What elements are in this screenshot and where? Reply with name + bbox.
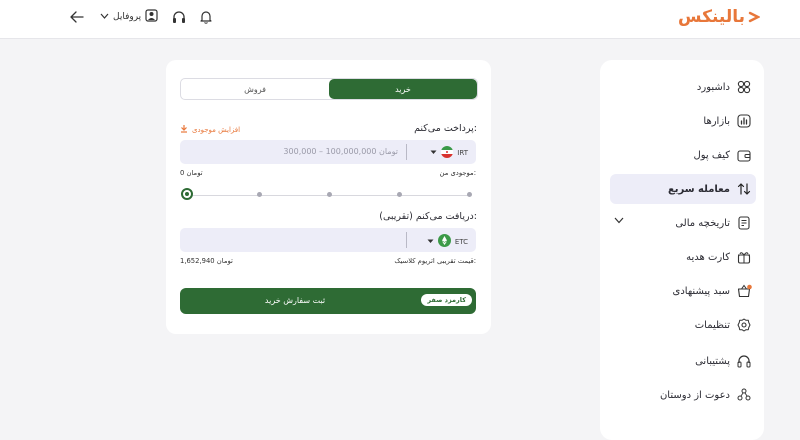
gear-icon [736,317,752,333]
sidebar-item-label: سبد پیشنهادی [672,285,731,297]
header-actions: پروفایل [70,9,212,25]
sidebar-item-quick-trade[interactable]: معامله سریع [610,174,756,204]
price-label: قیمت تقریبی اتریوم کلاسیک: [394,257,476,265]
submit-label: ثبت سفارش خرید [264,296,326,305]
increase-balance-label: افزایش موجودی [192,125,241,134]
sidebar-item-gift-card[interactable]: کارت هدیه [610,242,756,272]
chevron-down-icon [100,12,109,22]
dashboard-icon [736,79,752,95]
profile-label: پروفایل [113,12,142,22]
sidebar-item-markets[interactable]: بازارها [610,106,756,136]
zero-fee-badge: کارمزد صفر [421,294,472,306]
pay-label: پرداخت می‌کنم: [414,123,477,134]
price-value: 1,652,940 تومان [180,257,233,265]
sidebar-item-label: پشتیبانی [695,355,730,367]
sidebar-item-label: تاریخچه مالی [675,217,730,229]
receive-label: دریافت می‌کنم (تقریبی): [379,211,477,222]
sidebar: داشبورد بازارها کیف پول معامله سریع تاری… [600,60,764,440]
pay-currency-code: IRT [457,149,468,157]
pay-currency-select[interactable]: IRT [430,146,468,160]
pay-amount-placeholder: 300,000 – 100,000,000 تومان [283,147,398,156]
back-arrow-icon[interactable] [70,11,84,23]
top-bar: بالینکس پروفایل [0,0,800,39]
headset-icon [736,353,752,369]
sidebar-item-settings[interactable]: تنظیمات [610,310,756,340]
tab-buy[interactable]: خرید [329,79,477,99]
sidebar-item-label: داشبورد [696,81,730,93]
amount-slider-handle[interactable] [181,188,193,200]
wallet-icon [736,147,752,163]
slider-step[interactable] [467,192,472,197]
history-icon [736,215,752,231]
receive-amount-field[interactable]: ETC [180,228,476,252]
pay-amount-field[interactable]: IRT 300,000 – 100,000,000 تومان [180,140,476,164]
logo[interactable]: بالینکس [678,7,760,27]
headset-icon[interactable] [172,10,186,24]
sidebar-item-history[interactable]: تاریخچه مالی [610,208,756,238]
invite-icon [736,387,752,403]
sidebar-item-label: بازارها [703,115,730,127]
sidebar-item-support[interactable]: پشتیبانی [610,346,756,376]
chevron-down-icon[interactable] [614,216,624,227]
logo-text: بالینکس [678,7,745,27]
slider-step[interactable] [327,192,332,197]
tab-sell[interactable]: فروش [181,79,329,99]
bell-icon[interactable] [200,10,212,24]
sidebar-item-label: کارت هدیه [686,251,730,263]
deposit-icon [180,124,188,135]
user-icon [145,9,158,25]
sidebar-item-invite[interactable]: دعوت از دوستان [610,380,756,410]
quick-trade-card: فروش خرید پرداخت می‌کنم: افزایش موجودی I… [166,60,491,334]
balance-label: موجودی من: [439,169,476,177]
increase-balance-link[interactable]: افزایش موجودی [180,124,240,135]
profile-menu[interactable]: پروفایل [98,9,158,25]
sidebar-item-basket[interactable]: سبد پیشنهادی [610,276,756,306]
sidebar-item-dashboard[interactable]: داشبورد [610,72,756,102]
markets-icon [736,113,752,129]
field-divider [406,232,407,248]
trade-tabs: فروش خرید [180,78,478,100]
basket-icon [736,283,752,299]
sidebar-item-label: دعوت از دوستان [659,389,730,401]
chevron-down-icon [430,149,437,157]
iran-flag-icon [441,146,454,160]
chevron-down-icon [427,238,434,246]
field-divider [406,144,407,160]
receive-currency-select[interactable]: ETC [427,234,468,249]
slider-step[interactable] [397,192,402,197]
receive-currency-code: ETC [454,237,468,246]
logo-mark-icon [748,11,760,23]
sidebar-item-label: تنظیمات [694,319,730,331]
slider-step[interactable] [257,192,262,197]
sidebar-item-label: کیف پول [693,149,730,161]
sidebar-item-label: معامله سریع [667,183,730,195]
etc-coin-icon [437,234,451,249]
gift-icon [736,249,752,265]
swap-icon [736,181,752,197]
sidebar-item-wallet[interactable]: کیف پول [610,140,756,170]
submit-buy-order-button[interactable]: ثبت سفارش خرید کارمزد صفر [180,288,476,314]
balance-value: 0 تومان [180,169,203,177]
